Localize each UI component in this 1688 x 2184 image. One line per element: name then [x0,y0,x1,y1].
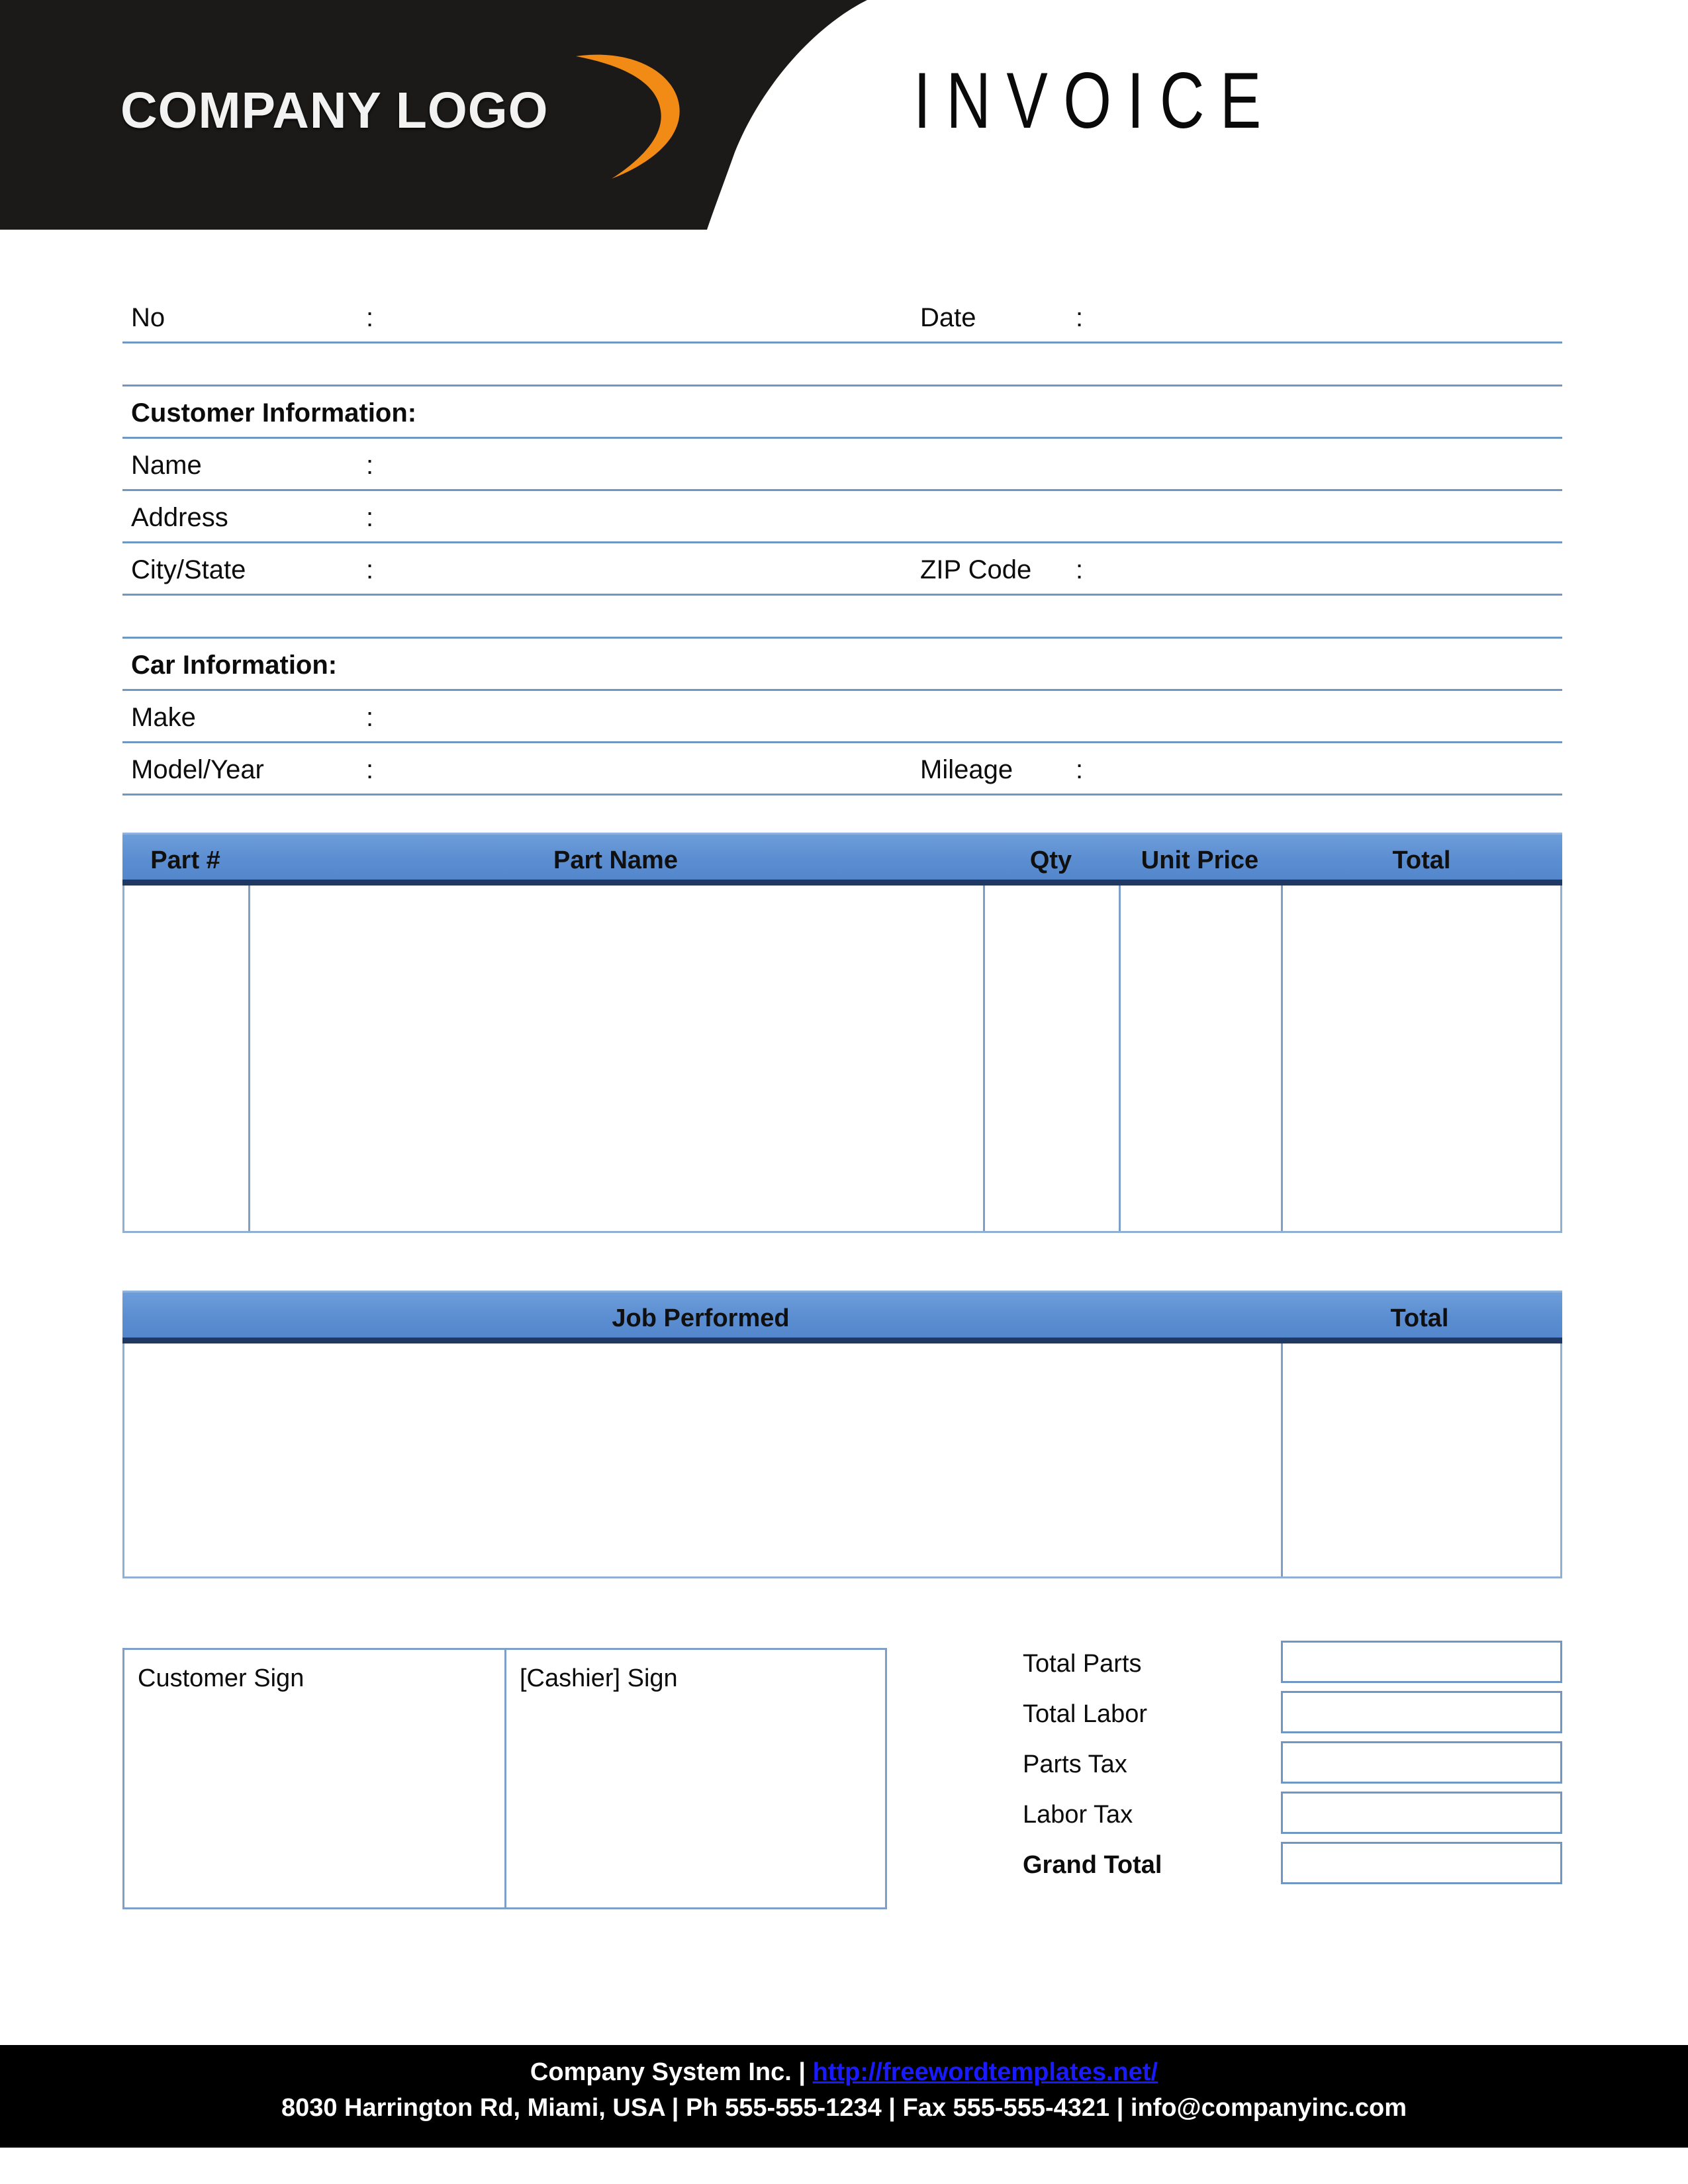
parts-tax-label: Parts Tax [1023,1751,1127,1778]
totals-section: Total Parts Total Labor Parts Tax Labor … [1023,1638,1562,1889]
field-row-no-date: No : Date : [122,291,1562,343]
parts-column-divider-1 [248,886,250,1231]
name-colon: : [366,451,374,480]
signature-divider [504,1650,506,1907]
customer-sign-label: Customer Sign [138,1664,305,1692]
footer-website-link[interactable]: http://freewordtemplates.net/ [813,2058,1158,2086]
labor-tax-value[interactable] [1281,1792,1562,1834]
zip-code-colon: : [1076,555,1084,584]
parts-column-divider-4 [1281,886,1283,1231]
section-customer-information: Customer Information: [122,387,1562,439]
total-labor-label: Total Labor [1023,1700,1148,1728]
labor-tax-label: Labor Tax [1023,1801,1133,1829]
date-label: Date [920,303,976,332]
signature-box[interactable]: Customer Sign [Cashier] Sign [122,1648,887,1909]
model-year-label: Model/Year [131,755,264,784]
field-row-spacer-1 [122,343,1562,387]
parts-table: Part # Part Name Qty Unit Price Total [122,833,1562,1233]
column-header-part-name: Part Name [553,846,678,874]
field-row-spacer-2 [122,596,1562,639]
job-performed-table: Job Performed Total [122,1291,1562,1578]
parts-tax-value[interactable] [1281,1741,1562,1784]
job-table-header-row: Job Performed Total [122,1291,1562,1343]
mileage-label: Mileage [920,755,1013,784]
field-row-make: Make : [122,691,1562,743]
field-row-city-zip: City/State : ZIP Code : [122,543,1562,596]
grand-total-value[interactable] [1281,1842,1562,1884]
totals-row-total-parts: Total Parts [1023,1638,1562,1688]
no-colon: : [366,303,374,332]
model-year-colon: : [366,755,374,784]
date-colon: : [1076,303,1084,332]
parts-table-header-row: Part # Part Name Qty Unit Price Total [122,833,1562,886]
address-label: Address [131,503,228,532]
grand-total-label: Grand Total [1023,1851,1162,1879]
section-car-information: Car Information: [122,639,1562,691]
form-fields-area: No : Date : Customer Information: Name :… [122,291,1562,796]
total-parts-label: Total Parts [1023,1650,1142,1678]
customer-information-title: Customer Information: [131,398,417,428]
address-colon: : [366,503,374,532]
page-title: INVOICE [914,56,1277,145]
column-header-job-performed: Job Performed [612,1304,790,1332]
total-labor-value[interactable] [1281,1691,1562,1733]
company-logo-text: COMPANY LOGO [120,82,549,139]
field-row-address: Address : [122,491,1562,543]
city-state-label: City/State [131,555,246,584]
no-label: No [131,303,165,332]
page-header: COMPANY LOGO INVOICE [0,0,1688,238]
totals-row-parts-tax: Parts Tax [1023,1739,1562,1789]
name-label: Name [131,451,202,480]
job-table-body[interactable] [122,1343,1562,1578]
totals-row-grand-total: Grand Total [1023,1839,1562,1889]
make-label: Make [131,703,196,732]
parts-table-body[interactable] [122,886,1562,1233]
column-header-qty: Qty [1029,846,1072,874]
total-parts-value[interactable] [1281,1641,1562,1683]
totals-row-labor-tax: Labor Tax [1023,1789,1562,1839]
parts-column-divider-2 [983,886,985,1231]
parts-column-divider-3 [1119,886,1121,1231]
company-logo: COMPANY LOGO [106,54,680,179]
city-state-colon: : [366,555,374,584]
footer-company-line: Company System Inc. | http://freewordtem… [0,2045,1688,2085]
zip-code-label: ZIP Code [920,555,1032,584]
column-header-unit-price: Unit Price [1141,846,1259,874]
column-header-part-number: Part # [150,846,220,874]
car-information-title: Car Information: [131,651,338,680]
column-header-job-total: Total [1390,1304,1449,1332]
make-colon: : [366,703,374,732]
footer-company-name: Company System Inc. | [530,2058,813,2086]
mileage-colon: : [1076,755,1084,784]
field-row-model-mileage: Model/Year : Mileage : [122,743,1562,796]
totals-row-total-labor: Total Labor [1023,1688,1562,1739]
footer-address-line: 8030 Harrington Rd, Miami, USA | Ph 555-… [281,2094,1407,2122]
page-footer: Company System Inc. | http://freewordtem… [0,2045,1688,2148]
invoice-page: COMPANY LOGO INVOICE No : Date : Custome… [0,0,1688,2184]
logo-swoosh-icon [576,54,680,179]
job-column-divider-1 [1281,1343,1283,1576]
cashier-sign-label: [Cashier] Sign [520,1664,678,1692]
field-row-name: Name : [122,439,1562,491]
column-header-total: Total [1392,846,1451,874]
